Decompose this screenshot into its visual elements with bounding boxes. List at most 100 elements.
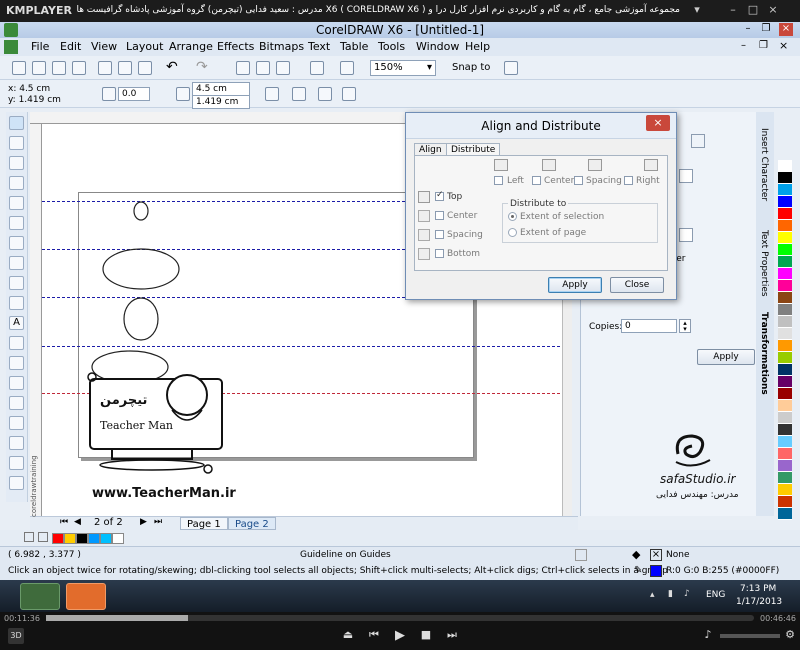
palette-swatch[interactable]	[778, 424, 792, 436]
palette-swatch[interactable]	[778, 472, 792, 484]
player-close-icon[interactable]: ×	[766, 3, 780, 17]
outline-color-swatch[interactable]	[650, 565, 662, 577]
tab-transformations[interactable]: Transformations	[759, 312, 769, 395]
zoom-tool-icon[interactable]	[9, 176, 24, 190]
volume-slider[interactable]	[720, 634, 780, 638]
menu-table[interactable]: Table	[340, 40, 368, 53]
palette-swatch[interactable]	[778, 484, 792, 496]
y-position-field[interactable]: 1.419 cm	[192, 95, 250, 109]
no-fill-icon[interactable]: ×	[650, 549, 662, 561]
basic-shapes-icon[interactable]	[9, 296, 24, 310]
swatch[interactable]	[100, 533, 112, 544]
shape-tool-icon[interactable]	[9, 136, 24, 150]
language-indicator[interactable]: ENG	[706, 590, 725, 600]
apply-button[interactable]: Apply	[548, 277, 602, 293]
print-icon[interactable]	[72, 61, 86, 75]
polygon-tool-icon[interactable]	[9, 276, 24, 290]
palette-swatch[interactable]	[778, 436, 792, 448]
transparency-tool-icon[interactable]	[9, 416, 24, 430]
volume-icon[interactable]: ♪	[684, 589, 690, 599]
palette-swatch[interactable]	[778, 328, 792, 340]
next-icon[interactable]: ⏭	[444, 628, 460, 644]
menu-view[interactable]: View	[91, 40, 117, 53]
palette-swatch[interactable]	[778, 160, 792, 172]
top-checkbox[interactable]	[435, 190, 444, 201]
eyedropper-tool-icon[interactable]	[9, 436, 24, 450]
palette-swatch[interactable]	[778, 304, 792, 316]
palette-swatch[interactable]	[778, 460, 792, 472]
search-content-icon[interactable]	[236, 61, 250, 75]
doc-restore-button[interactable]: ❐	[759, 40, 768, 51]
guideline-2-icon[interactable]	[318, 87, 332, 101]
tab-page-1[interactable]: Page 1	[180, 517, 228, 530]
palette-swatch[interactable]	[778, 280, 792, 292]
menu-window[interactable]: Window	[416, 40, 459, 53]
transform-scale-icon[interactable]	[691, 134, 705, 148]
palette-swatch[interactable]	[778, 172, 792, 184]
palette-swatch[interactable]	[778, 388, 792, 400]
copies-spinner-icon[interactable]: ▴ ▾	[679, 319, 691, 333]
palette-swatch[interactable]	[778, 376, 792, 388]
teacherman-logo[interactable]: تیچرمن Teacher Man	[82, 355, 232, 480]
palette-swatch[interactable]	[778, 268, 792, 280]
palette-swatch[interactable]	[778, 220, 792, 232]
stop-icon[interactable]: ■	[418, 628, 434, 644]
player-pin-icon[interactable]: ▾	[690, 3, 704, 17]
undo-icon[interactable]: ↶	[166, 60, 180, 75]
palette-swatch[interactable]	[778, 196, 792, 208]
cut-icon[interactable]	[98, 61, 112, 75]
snap-to-button[interactable]: Snap to	[452, 62, 490, 73]
player-maximize-icon[interactable]: □	[746, 3, 760, 17]
last-page-icon[interactable]: ⏭	[154, 517, 162, 527]
welcome-screen-icon[interactable]	[340, 61, 354, 75]
eyedropper-icon[interactable]	[38, 532, 48, 542]
extent-selection-radio[interactable]	[508, 212, 517, 221]
center-v-checkbox[interactable]	[435, 211, 444, 220]
spinner-icon[interactable]	[679, 228, 693, 242]
table-tool-icon[interactable]	[9, 336, 24, 350]
export-icon[interactable]	[276, 61, 290, 75]
spacing-h-checkbox[interactable]	[574, 176, 583, 185]
guideline-icon[interactable]	[292, 87, 306, 101]
blend-tool-icon[interactable]	[9, 396, 24, 410]
palette-swatch[interactable]	[778, 316, 792, 328]
bottom-checkbox[interactable]	[435, 249, 444, 258]
rectangle-tool-icon[interactable]	[9, 236, 24, 250]
notification-chevron-icon[interactable]: ▴	[650, 590, 655, 600]
palette-swatch[interactable]	[778, 340, 792, 352]
menu-effects[interactable]: Effects	[217, 40, 254, 53]
import-icon[interactable]	[256, 61, 270, 75]
guideline-3-icon[interactable]	[342, 87, 356, 101]
menu-tools[interactable]: Tools	[378, 40, 405, 53]
menu-help[interactable]: Help	[465, 40, 490, 53]
menu-file[interactable]: File	[31, 40, 49, 53]
swatch[interactable]	[112, 533, 124, 544]
palette-swatch[interactable]	[778, 184, 792, 196]
palette-swatch[interactable]	[778, 232, 792, 244]
extent-page-radio[interactable]	[508, 228, 517, 237]
palette-swatch[interactable]	[778, 256, 792, 268]
docker-apply-button[interactable]: Apply	[697, 349, 755, 365]
spacing-v-checkbox[interactable]	[435, 230, 444, 239]
minimize-button[interactable]: –	[741, 23, 755, 36]
crop-tool-icon[interactable]	[9, 156, 24, 170]
dimension-tool-icon[interactable]	[9, 356, 24, 370]
menu-layout[interactable]: Layout	[126, 40, 163, 53]
palette-swatch[interactable]	[778, 208, 792, 220]
copies-field[interactable]: 0	[621, 319, 677, 333]
object-details-icon[interactable]	[575, 549, 587, 561]
first-page-icon[interactable]: ⏮	[60, 517, 68, 527]
palette-swatch[interactable]	[778, 448, 792, 460]
right-checkbox[interactable]	[624, 176, 633, 185]
palette-swatch[interactable]	[778, 496, 792, 508]
doc-minimize-button[interactable]: –	[741, 40, 746, 51]
coreldraw-taskbar-icon[interactable]	[20, 583, 60, 610]
zoom-level-select[interactable]: 150% ▾	[370, 60, 436, 76]
close-button[interactable]: Close	[610, 277, 664, 293]
lock-icon[interactable]	[265, 87, 279, 101]
swatch[interactable]	[64, 533, 76, 544]
palette-swatch[interactable]	[778, 364, 792, 376]
menu-text[interactable]: Text	[308, 40, 330, 53]
new-icon[interactable]	[12, 61, 26, 75]
palette-swatch[interactable]	[778, 292, 792, 304]
